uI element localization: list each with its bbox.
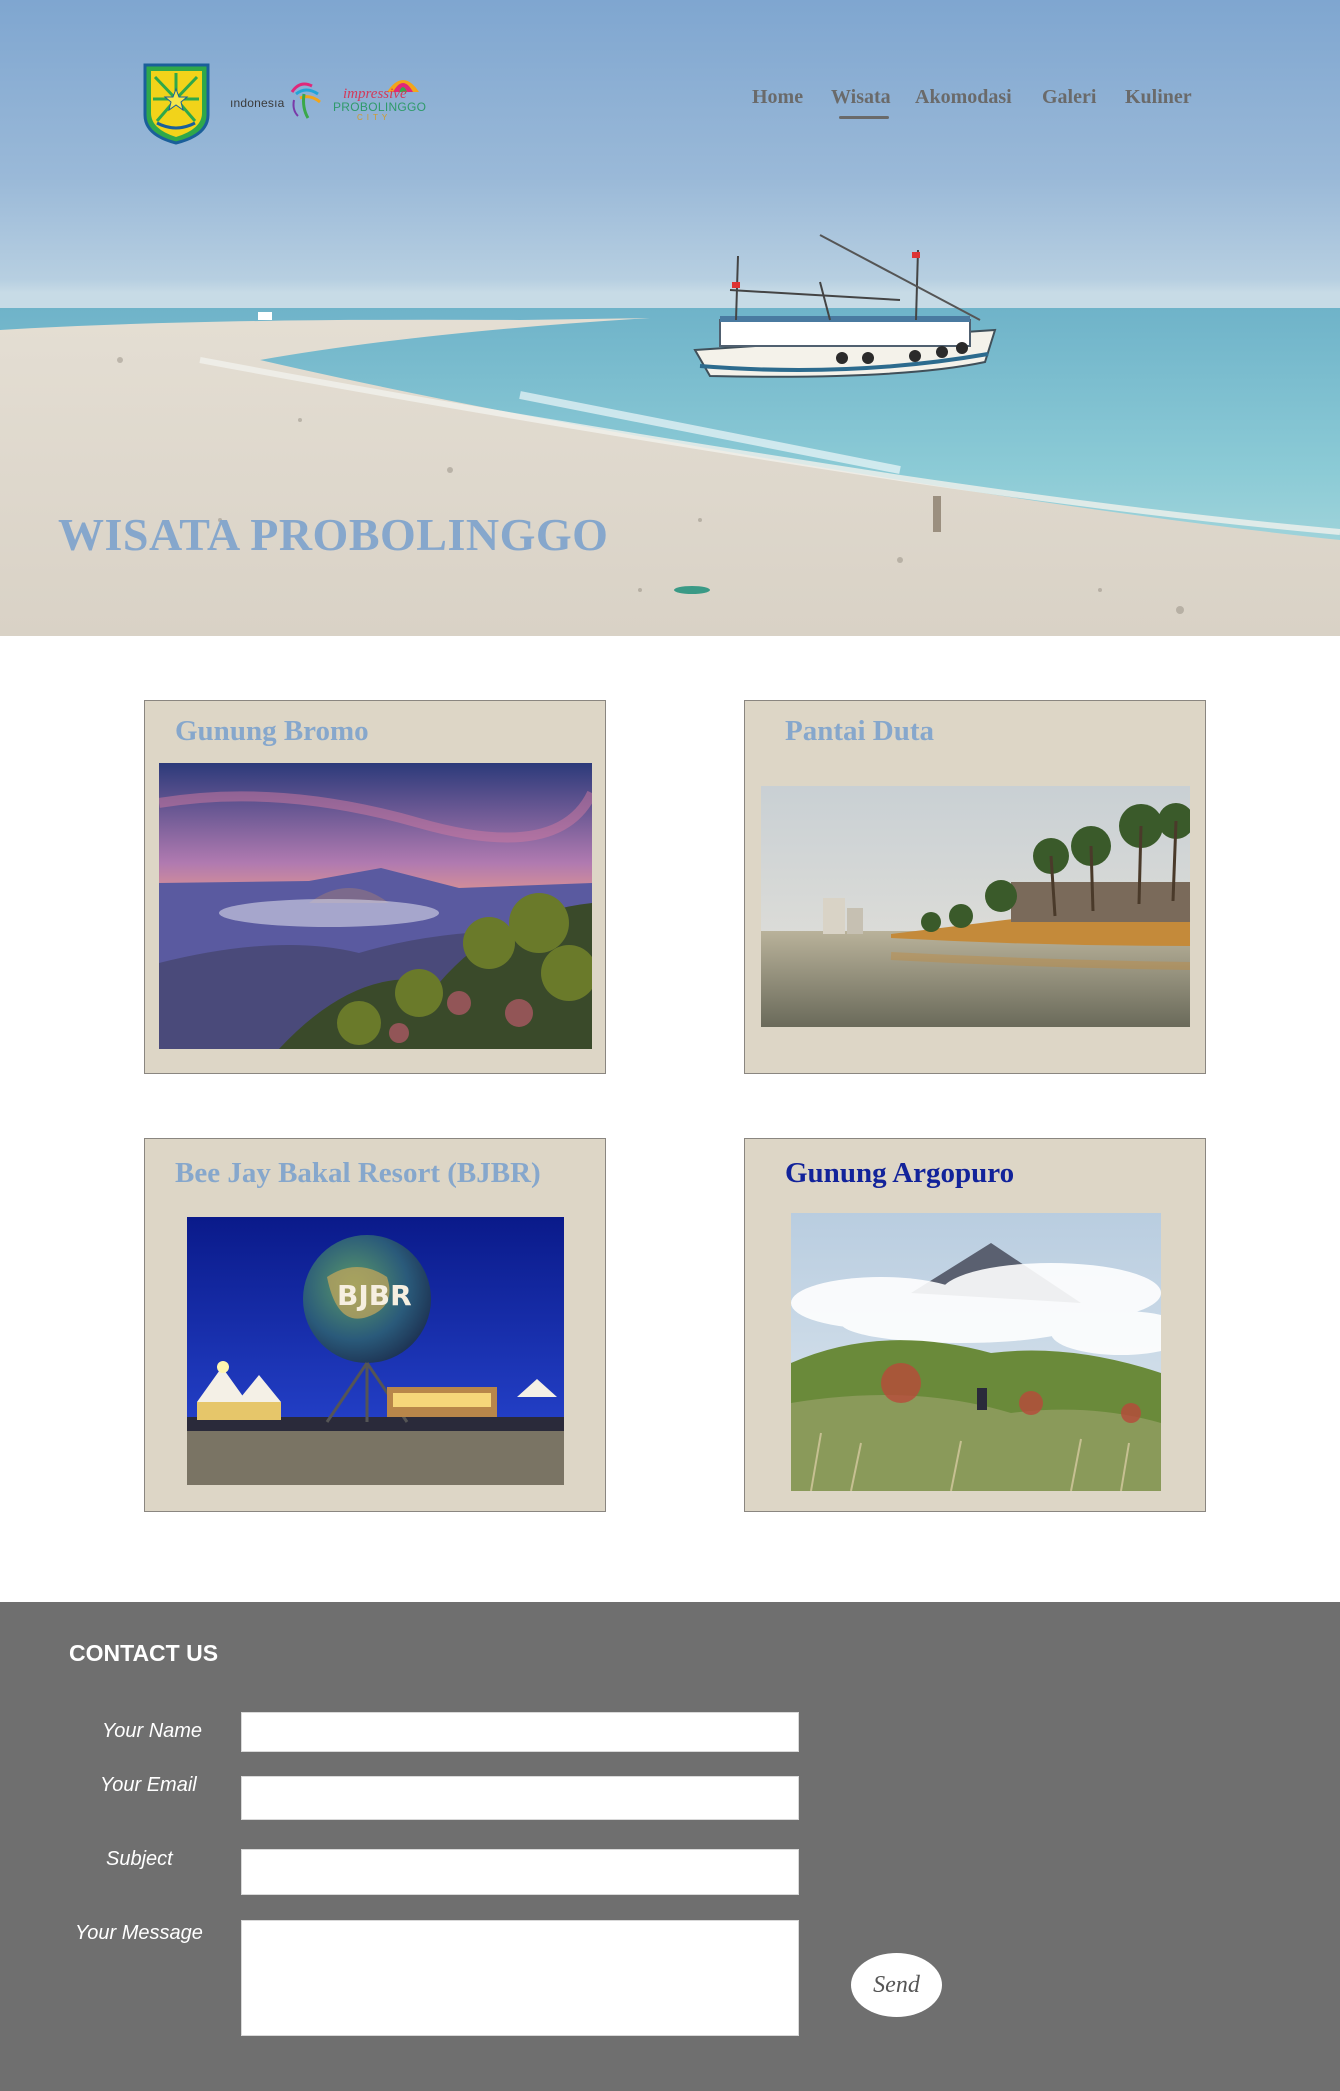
contact-section: CONTACT US Your Name Your Email Subject … bbox=[0, 1602, 1340, 2091]
bromo-photo[interactable] bbox=[159, 763, 592, 1049]
email-label: Your Email bbox=[100, 1774, 197, 1796]
nav-wisata[interactable]: Wisata bbox=[831, 86, 891, 119]
fishing-boat bbox=[693, 234, 997, 378]
subject-input[interactable] bbox=[241, 1849, 799, 1895]
bjbr-globe-text: BJBR bbox=[337, 1279, 412, 1312]
nav-galeri[interactable]: Galeri bbox=[1042, 86, 1096, 109]
message-textarea[interactable] bbox=[241, 1920, 799, 2036]
pantai-duta-photo[interactable] bbox=[761, 786, 1190, 1027]
nav-kuliner[interactable]: Kuliner bbox=[1125, 86, 1192, 109]
card-title-argopuro: Gunung Argopuro bbox=[785, 1157, 1015, 1189]
bjbr-photo[interactable]: BJBR bbox=[187, 1217, 564, 1485]
nav-home[interactable]: Home bbox=[752, 86, 803, 109]
card-title-bjbr: Bee Jay Bakal Resort (BJBR) bbox=[175, 1157, 541, 1189]
card-gunung-argopuro: Gunung Argopuro bbox=[744, 1138, 1206, 1512]
card-bjbr: Bee Jay Bakal Resort (BJBR) BJBR bbox=[144, 1138, 606, 1512]
main-navigation: Home Wisata Akomodasi Galeri Kuliner bbox=[0, 86, 1340, 126]
email-input[interactable] bbox=[241, 1776, 799, 1820]
hero-banner: ındonesıa impressive PROBOLINGGO CITY Ho… bbox=[0, 0, 1340, 636]
card-title-bromo: Gunung Bromo bbox=[175, 715, 369, 747]
subject-label: Subject bbox=[106, 1848, 173, 1870]
hero-title: WISATA PROBOLINGGO bbox=[58, 509, 609, 560]
card-gunung-bromo: Gunung Bromo bbox=[144, 700, 606, 1074]
name-input[interactable] bbox=[241, 1712, 799, 1752]
name-label: Your Name bbox=[102, 1720, 203, 1742]
contact-heading: CONTACT US bbox=[69, 1640, 219, 1666]
card-title-pantai-duta: Pantai Duta bbox=[785, 715, 935, 747]
nav-akomodasi[interactable]: Akomodasi bbox=[915, 86, 1012, 109]
message-label: Your Message bbox=[75, 1922, 203, 1944]
send-button[interactable]: Send bbox=[851, 1953, 942, 2017]
argopuro-photo[interactable] bbox=[791, 1213, 1161, 1491]
card-pantai-duta: Pantai Duta bbox=[744, 700, 1206, 1074]
